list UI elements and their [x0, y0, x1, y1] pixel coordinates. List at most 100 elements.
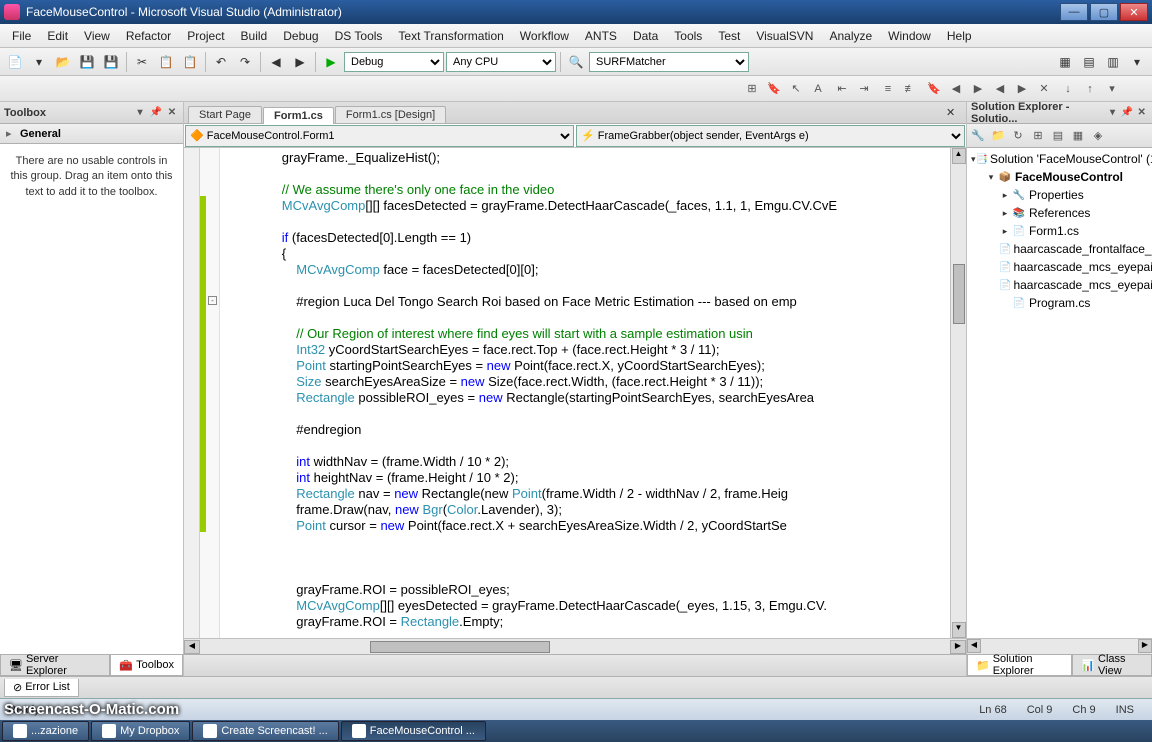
- properties-icon[interactable]: 🔧: [969, 127, 987, 145]
- bookmark-icon[interactable]: 🔖: [764, 79, 784, 99]
- breakpoint-margin[interactable]: [184, 148, 200, 638]
- view-code-icon[interactable]: ▤: [1049, 127, 1067, 145]
- code-editor[interactable]: - grayFrame._EqualizeHist(); // We assum…: [184, 148, 966, 638]
- scroll-right-icon[interactable]: ▶: [1138, 639, 1152, 653]
- menu-project[interactable]: Project: [179, 27, 232, 45]
- solution-hscroll[interactable]: ◀ ▶: [967, 638, 1152, 654]
- menu-ants[interactable]: ANTS: [577, 27, 625, 45]
- error-list-tab[interactable]: ⊘ Error List: [4, 679, 79, 697]
- menu-view[interactable]: View: [76, 27, 118, 45]
- save-all-button[interactable]: 💾: [100, 51, 122, 73]
- uncomment-icon[interactable]: ≢: [900, 79, 920, 99]
- undo-button[interactable]: ↶: [210, 51, 232, 73]
- tree-item[interactable]: ▸📚References: [969, 204, 1150, 222]
- menu-tools[interactable]: Tools: [666, 27, 710, 45]
- object-browser-icon[interactable]: ⊞: [742, 79, 762, 99]
- menu-visualsvn[interactable]: VisualSVN: [748, 27, 821, 45]
- close-icon[interactable]: ✕: [165, 106, 179, 120]
- platform-select[interactable]: Any CPU: [446, 52, 556, 72]
- bookmark-toggle-icon[interactable]: 🔖: [924, 79, 944, 99]
- pin-icon[interactable]: 📌: [1121, 106, 1134, 120]
- nest-icon[interactable]: ⊞: [1029, 127, 1047, 145]
- tree-item[interactable]: ▸📄Form1.cs: [969, 222, 1150, 240]
- start-debug-button[interactable]: ▶: [320, 51, 342, 73]
- indent-more-icon[interactable]: ⇥: [854, 79, 874, 99]
- bookmark-next-icon[interactable]: ▶: [968, 79, 988, 99]
- menu-help[interactable]: Help: [939, 27, 980, 45]
- down-arrow-icon[interactable]: ↓: [1058, 79, 1078, 99]
- scroll-thumb-h[interactable]: [370, 641, 550, 653]
- window-buttons-2[interactable]: ▤: [1078, 51, 1100, 73]
- paste-button[interactable]: 📋: [179, 51, 201, 73]
- tab-form1-cs[interactable]: Form1.cs: [263, 107, 334, 124]
- bottom-tab-toolbox[interactable]: 🧰Toolbox: [110, 655, 183, 676]
- show-all-icon[interactable]: 📁: [989, 127, 1007, 145]
- up-arrow-icon[interactable]: ↑: [1080, 79, 1100, 99]
- menu-data[interactable]: Data: [625, 27, 666, 45]
- tree-item[interactable]: 📄haarcascade_mcs_eyepair: [969, 276, 1150, 294]
- pin-icon[interactable]: 📌: [149, 106, 163, 120]
- bottom-tab-solution-explorer[interactable]: 📁Solution Explorer: [967, 655, 1072, 676]
- tree-item[interactable]: ▸🔧Properties: [969, 186, 1150, 204]
- tree-item[interactable]: ▾📑Solution 'FaceMouseControl' (1 p: [969, 150, 1150, 168]
- copy-button[interactable]: 📋: [155, 51, 177, 73]
- close-icon[interactable]: ✕: [1135, 106, 1148, 120]
- new-project-button[interactable]: 📄: [4, 51, 26, 73]
- dropdown-icon[interactable]: ▾: [1106, 106, 1119, 120]
- close-button[interactable]: ✕: [1120, 3, 1148, 21]
- expander-icon[interactable]: ▸: [999, 208, 1011, 219]
- bottom-tab-class-view[interactable]: 📊Class View: [1072, 655, 1152, 676]
- menu-analyze[interactable]: Analyze: [821, 27, 880, 45]
- menu-build[interactable]: Build: [233, 27, 276, 45]
- tree-item[interactable]: 📄haarcascade_frontalface_: [969, 240, 1150, 258]
- scroll-up-icon[interactable]: ▲: [952, 148, 966, 164]
- fold-box-icon[interactable]: -: [208, 296, 217, 305]
- taskbar-item[interactable]: My Dropbox: [91, 721, 190, 741]
- refresh-icon[interactable]: ↻: [1009, 127, 1027, 145]
- menu-test[interactable]: Test: [710, 27, 748, 45]
- window-buttons-3[interactable]: ▥: [1102, 51, 1124, 73]
- cut-button[interactable]: ✂: [131, 51, 153, 73]
- tree-item[interactable]: 📄Program.cs: [969, 294, 1150, 312]
- scroll-thumb[interactable]: [953, 264, 965, 324]
- comment-icon[interactable]: ≡: [878, 79, 898, 99]
- dropdown-icon[interactable]: ▾: [133, 106, 147, 120]
- menu-edit[interactable]: Edit: [39, 27, 76, 45]
- code-content[interactable]: grayFrame._EqualizeHist(); // We assume …: [220, 148, 950, 638]
- menu-file[interactable]: File: [4, 27, 39, 45]
- overflow-icon[interactable]: ▾: [1102, 79, 1122, 99]
- vertical-scrollbar[interactable]: ▲ ▼: [950, 148, 966, 638]
- menu-ds-tools[interactable]: DS Tools: [327, 27, 391, 45]
- expander-icon[interactable]: ▾: [985, 172, 997, 183]
- menu-workflow[interactable]: Workflow: [512, 27, 577, 45]
- menu-window[interactable]: Window: [880, 27, 939, 45]
- maximize-button[interactable]: ▢: [1090, 3, 1118, 21]
- window-buttons-1[interactable]: ▦: [1054, 51, 1076, 73]
- save-button[interactable]: 💾: [76, 51, 98, 73]
- bookmark-clear-icon[interactable]: ✕: [1034, 79, 1054, 99]
- scroll-left-icon[interactable]: ◀: [184, 640, 200, 654]
- find-button[interactable]: 🔍: [565, 51, 587, 73]
- toolbox-category[interactable]: ▸ General: [0, 124, 183, 144]
- view-designer-icon[interactable]: ▦: [1069, 127, 1087, 145]
- menu-text-transformation[interactable]: Text Transformation: [390, 27, 511, 45]
- taskbar-item[interactable]: FaceMouseControl ...: [341, 721, 486, 741]
- add-item-button[interactable]: ▾: [28, 51, 50, 73]
- horizontal-scrollbar[interactable]: ◀ ▶: [184, 638, 966, 654]
- bookmark-prev-icon[interactable]: ◀: [946, 79, 966, 99]
- open-button[interactable]: 📂: [52, 51, 74, 73]
- cursor-icon[interactable]: ↖: [786, 79, 806, 99]
- menu-debug[interactable]: Debug: [275, 27, 326, 45]
- scroll-down-icon[interactable]: ▼: [952, 622, 966, 638]
- expander-icon[interactable]: ▸: [999, 226, 1011, 237]
- config-select[interactable]: Debug: [344, 52, 444, 72]
- taskbar-item[interactable]: ...zazione: [2, 721, 89, 741]
- member-selector[interactable]: ⚡ FrameGrabber(object sender, EventArgs …: [576, 125, 965, 147]
- nav-fwd-button[interactable]: ▶: [289, 51, 311, 73]
- bottom-tab-server-explorer[interactable]: 🖥Server Explorer: [0, 655, 110, 676]
- indent-less-icon[interactable]: ⇤: [832, 79, 852, 99]
- view-diagram-icon[interactable]: ◈: [1089, 127, 1107, 145]
- font-icon[interactable]: A: [808, 79, 828, 99]
- tree-item[interactable]: 📄haarcascade_mcs_eyepair: [969, 258, 1150, 276]
- taskbar-item[interactable]: Create Screencast! ...: [192, 721, 338, 741]
